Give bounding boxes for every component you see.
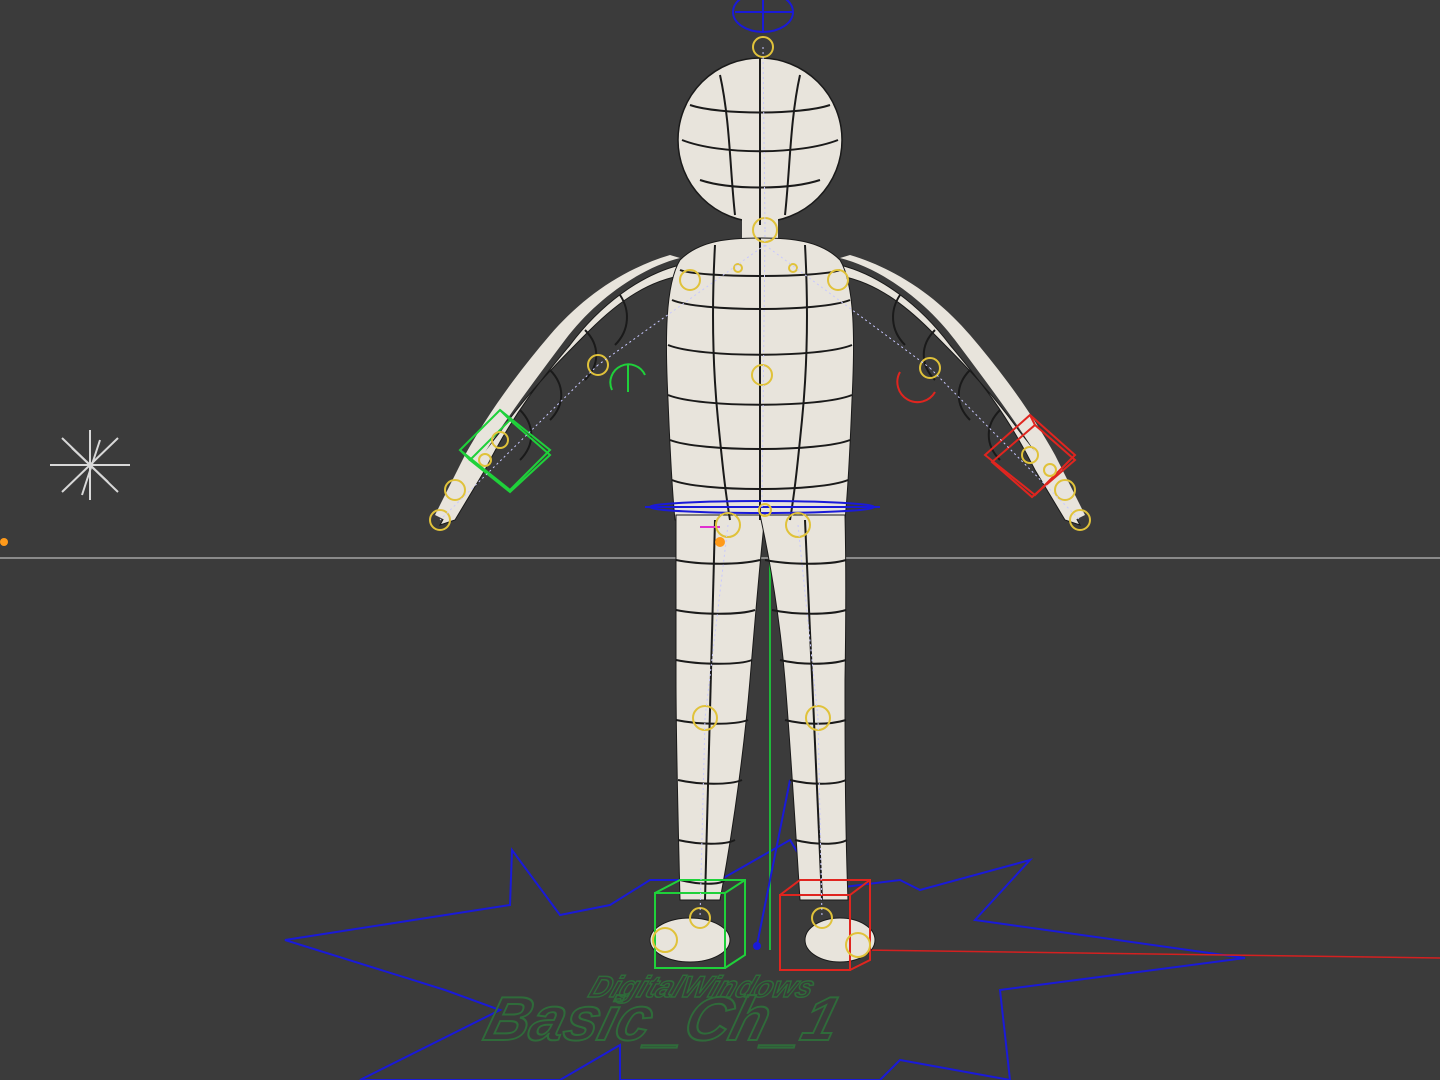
x-axis-line — [859, 949, 1440, 959]
viewport-canvas[interactable]: DigitalWindows Basic_Ch_1 — [0, 0, 1440, 1080]
3d-viewport[interactable]: DigitalWindows Basic_Ch_1 — [0, 0, 1440, 1080]
logo-name: Basic_Ch_1 — [478, 985, 848, 1054]
character-left-foot[interactable] — [649, 917, 731, 963]
head-top-controller[interactable] — [732, 0, 794, 33]
z-axis-line — [756, 779, 791, 946]
character-left-arm[interactable] — [438, 264, 686, 526]
character-wireframe — [519, 58, 1001, 901]
camera-icon[interactable] — [0, 538, 8, 546]
light-icon[interactable] — [50, 430, 130, 500]
left-elbow-pole-controller[interactable] — [609, 363, 646, 392]
right-elbow-pole-controller[interactable] — [896, 371, 936, 404]
